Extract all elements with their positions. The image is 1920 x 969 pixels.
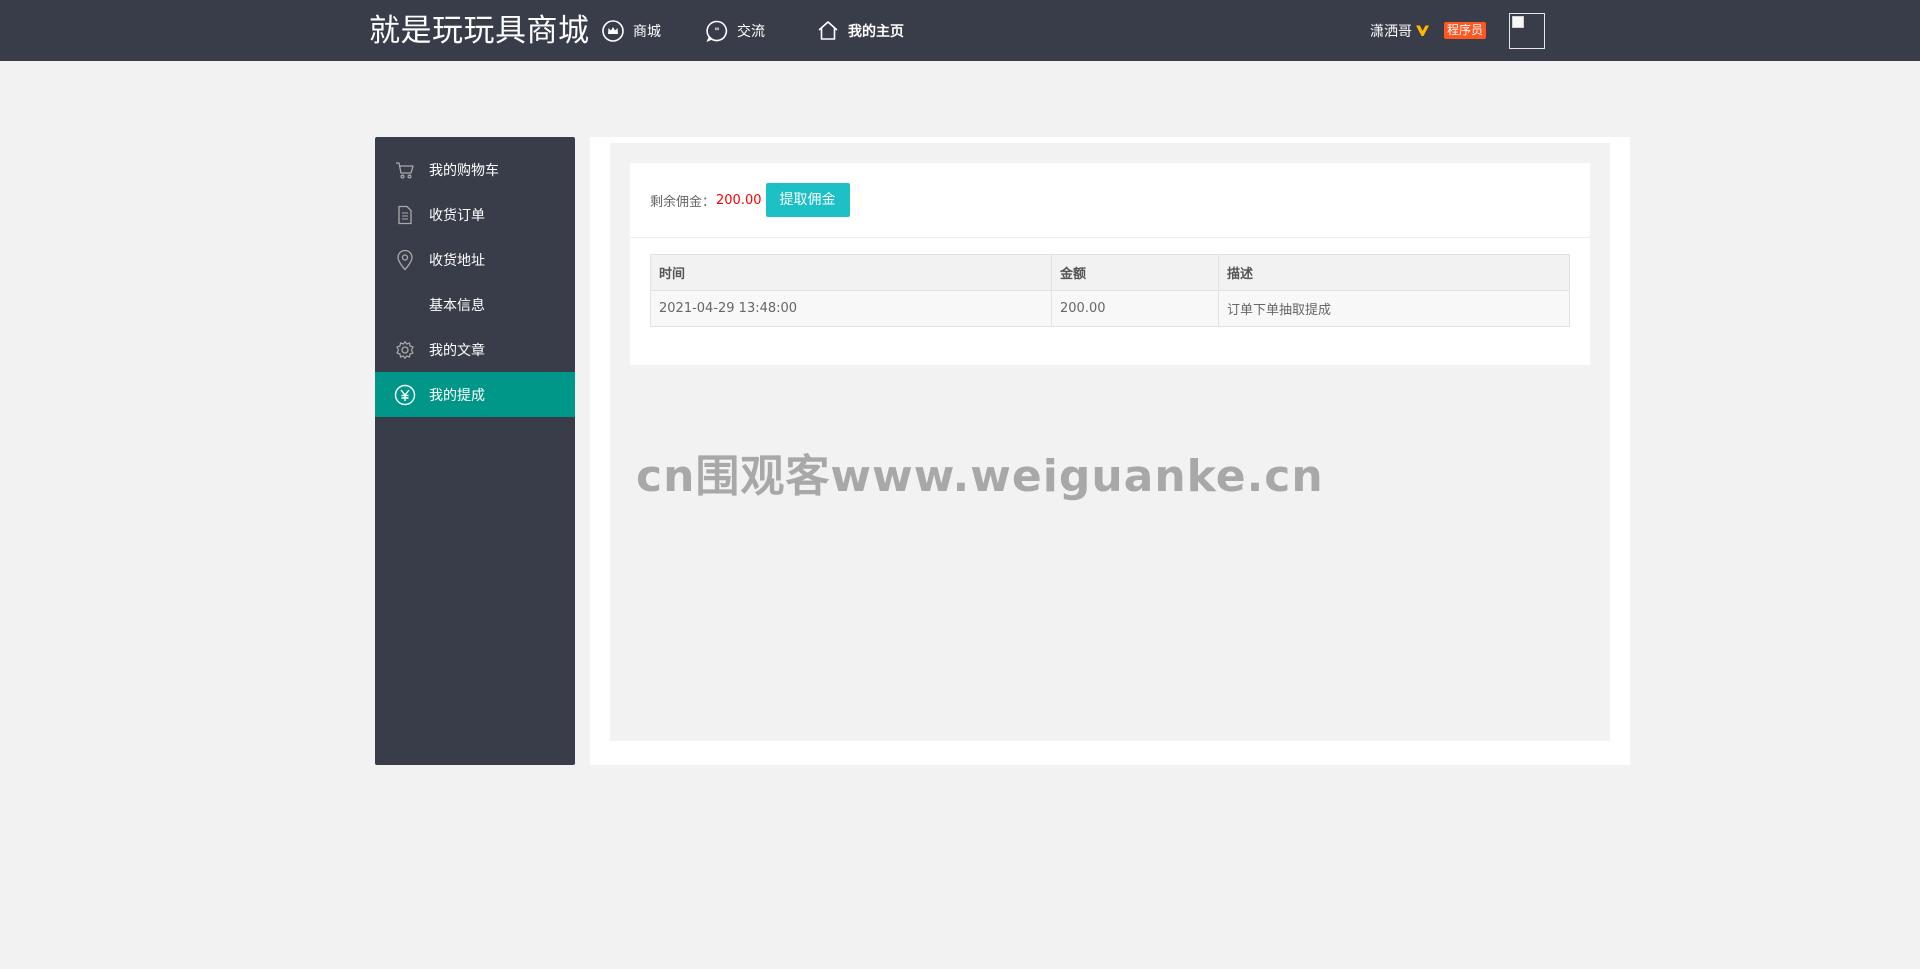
sidebar-item-label: 我的提成 <box>429 387 485 404</box>
column-header-amount: 金额 <box>1051 254 1219 291</box>
table-row: 2021-04-29 13:48:00 200.00 订单下单抽取提成 <box>650 290 1570 327</box>
cart-icon <box>394 159 416 181</box>
balance-label: 剩余佣金： <box>650 194 716 210</box>
nav-item-chat[interactable]: " 交流 <box>704 0 765 61</box>
column-header-time: 时间 <box>650 254 1052 291</box>
commission-summary: 剩余佣金： 200.00 提取佣金 <box>630 163 1590 238</box>
site-logo[interactable]: 就是玩玩具商城 <box>369 13 590 49</box>
top-header: 就是玩玩具商城 商城 " 交流 我的主页 潇洒哥 程序员 <box>0 0 1920 61</box>
sidebar-item-label: 收货订单 <box>429 207 485 224</box>
svg-text:": " <box>714 26 719 37</box>
home-icon <box>815 18 841 44</box>
sidebar-item-label: 我的购物车 <box>429 162 499 179</box>
sidebar-item-orders[interactable]: 收货订单 <box>375 192 575 237</box>
sidebar-item-label: 我的文章 <box>429 342 485 359</box>
nav-item-mall-label: 商城 <box>633 23 661 40</box>
sidebar-item-address[interactable]: 收货地址 <box>375 237 575 282</box>
sidebar-item-label: 收货地址 <box>429 252 485 269</box>
gear-icon <box>394 339 416 361</box>
watermark-text: cn围观客www.weiguanke.cn <box>636 451 1324 502</box>
broken-image-icon <box>1512 16 1524 28</box>
commission-table: 时间 金额 描述 2021-04-29 13:48:00 200.00 订单下单… <box>650 254 1570 327</box>
cell-description: 订单下单抽取提成 <box>1218 290 1570 327</box>
sidebar: 我的购物车 收货订单 收货地址 基本信息 我的文章 我的提成 <box>375 137 575 765</box>
avatar[interactable] <box>1509 13 1545 49</box>
location-pin-icon <box>394 249 416 271</box>
sidebar-item-cart[interactable]: 我的购物车 <box>375 147 575 192</box>
cell-time: 2021-04-29 13:48:00 <box>650 290 1052 327</box>
column-header-description: 描述 <box>1218 254 1570 291</box>
role-badge: 程序员 <box>1444 22 1487 39</box>
table-header-row: 时间 金额 描述 <box>650 254 1570 291</box>
crown-icon <box>600 18 626 44</box>
commission-panel: 剩余佣金： 200.00 提取佣金 时间 金额 描述 2021-04-29 13… <box>630 163 1590 365</box>
withdraw-commission-button[interactable]: 提取佣金 <box>765 183 850 217</box>
nav-item-home-label: 我的主页 <box>848 23 904 40</box>
nav-item-home[interactable]: 我的主页 <box>815 0 904 61</box>
sidebar-item-profile[interactable]: 基本信息 <box>375 282 575 327</box>
main-nav: 商城 " 交流 我的主页 <box>600 0 904 61</box>
sidebar-item-commission[interactable]: 我的提成 <box>375 372 575 417</box>
nav-item-mall[interactable]: 商城 <box>600 0 661 61</box>
username-link[interactable]: 潇洒哥 <box>1370 21 1412 41</box>
nav-item-chat-label: 交流 <box>737 23 765 40</box>
yen-icon <box>394 384 416 406</box>
balance-value: 200.00 <box>716 192 762 208</box>
user-area: 潇洒哥 程序员 <box>1370 0 1487 61</box>
chat-icon: " <box>704 18 730 44</box>
sidebar-item-articles[interactable]: 我的文章 <box>375 327 575 372</box>
document-icon <box>394 204 416 226</box>
cell-amount: 200.00 <box>1051 290 1219 327</box>
vip-v-icon <box>1415 24 1430 37</box>
sidebar-item-label: 基本信息 <box>429 297 485 314</box>
